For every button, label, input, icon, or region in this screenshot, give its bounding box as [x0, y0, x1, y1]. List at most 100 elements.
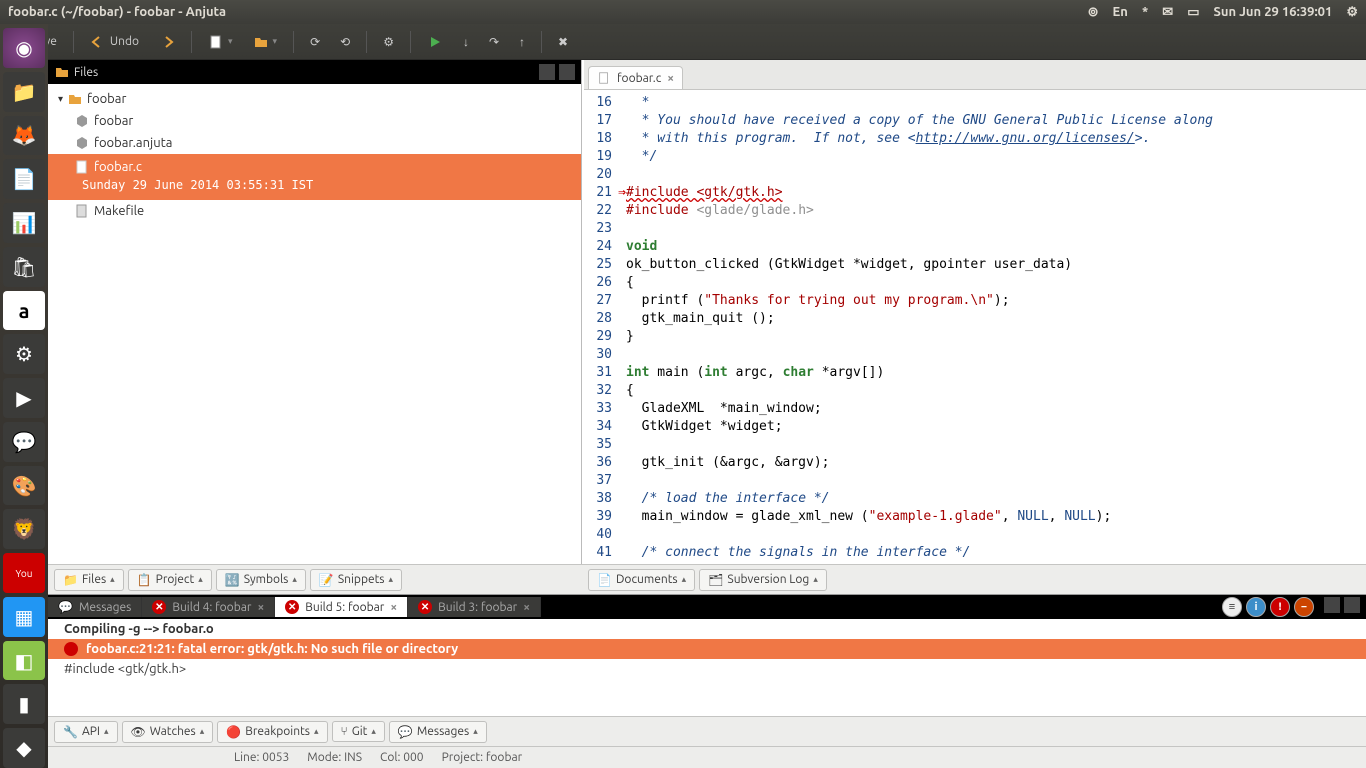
debug-step-in-icon[interactable]: ↓ [457, 31, 475, 53]
launcher-app3[interactable]: 🎨 [3, 466, 45, 506]
editor-body[interactable]: 1617181920212223242526272829303132333435… [582, 90, 1366, 564]
files-pane-title: Files [74, 66, 98, 79]
dock-tab-git[interactable]: ⑂Git▴ [332, 721, 385, 742]
titlebar: foobar.c (~/foobar) - foobar - Anjuta ⊚ … [0, 0, 1366, 24]
clock[interactable]: Sun Jun 29 16:39:01 [1213, 5, 1332, 19]
debug-step-over-icon[interactable]: ↷ [483, 31, 505, 53]
msg-close-icon[interactable] [1344, 597, 1360, 613]
dock-tab-messages[interactable]: 💬Messages▴ [389, 721, 487, 743]
launcher-terminal[interactable]: ▮ [3, 684, 45, 724]
system-tray: ⊚ En * ✉ ▭ Sun Jun 29 16:39:01 ⚙ [1088, 5, 1358, 20]
tree-item[interactable]: foobar [48, 110, 581, 132]
launcher-firefox[interactable]: 🦊 [3, 116, 45, 156]
battery-icon[interactable]: ▭ [1187, 5, 1199, 20]
step-icon2[interactable]: ⟲ [334, 31, 356, 53]
messages-tab[interactable]: ✕Build 5: foobar× [275, 597, 408, 617]
msg-min-icon[interactable] [1324, 597, 1340, 613]
mail-icon[interactable]: ✉ [1162, 5, 1173, 20]
launcher-files[interactable]: 📁 [3, 72, 45, 112]
dock-tab-symbols[interactable]: 🔣Symbols▴ [216, 569, 306, 591]
messages-tab[interactable]: ✕Build 3: foobar× [408, 597, 541, 617]
bottom-dock-tabs: 🔧API▴ 👁Watches▴ 🔴Breakpoints▴ ⑂Git▴ 💬Mes… [48, 716, 1366, 746]
file-tree[interactable]: ▾ foobar foobar foobar.anjuta foobar.c [48, 84, 581, 564]
bluetooth-icon[interactable]: * [1142, 5, 1148, 19]
launcher-anjuta[interactable]: ◆ [3, 728, 45, 768]
launcher-software[interactable]: 🛍 [3, 247, 45, 287]
launcher-app1[interactable]: 📄 [3, 159, 45, 199]
launcher-amazon[interactable]: a [3, 291, 45, 331]
status-col: Col: 000 [380, 751, 424, 764]
main-toolbar: Save Undo ▾ ▾ ⟳ ⟲ ⚙ ↓ ↷ ↑ ✖ [0, 24, 1366, 60]
messages-tab[interactable]: 💬Messages [48, 597, 142, 617]
launcher-dash[interactable]: ◉ [3, 28, 45, 68]
close-tab-icon[interactable]: × [257, 601, 264, 614]
window-title: foobar.c (~/foobar) - foobar - Anjuta [8, 5, 1088, 19]
launcher-settings[interactable]: ⚙ [3, 334, 45, 374]
dock-tab-snippets[interactable]: 📝Snippets▴ [310, 569, 402, 591]
dock-tab-api[interactable]: 🔧API▴ [54, 721, 118, 743]
dock-tab-files[interactable]: 📁Files▴ [54, 569, 124, 591]
dock-tab-documents[interactable]: 📄Documents▴ [588, 569, 695, 591]
msg-info-icon[interactable]: i [1246, 597, 1266, 617]
tree-item[interactable]: foobar.anjuta [48, 132, 581, 154]
close-tab-icon[interactable]: × [523, 601, 530, 614]
error-dot-icon: ✕ [285, 600, 299, 614]
tree-root-label: foobar [87, 92, 126, 106]
gear-icon[interactable]: ⚙ [1346, 5, 1358, 20]
tree-item-date: Sunday 29 June 2014 03:55:31 IST [82, 178, 581, 196]
build-icon[interactable]: ⚙ [377, 31, 400, 53]
launcher-app2[interactable]: 📊 [3, 203, 45, 243]
close-tab-icon[interactable]: × [390, 601, 397, 614]
code-area[interactable]: * * You should have received a copy of t… [618, 90, 1366, 564]
editor-pane: foobar.c × 16171819202122232425262728293… [582, 60, 1366, 564]
minimize-pane-icon[interactable] [539, 64, 555, 80]
dock-tab-watches[interactable]: 👁Watches▴ [122, 721, 214, 743]
launcher-vlc[interactable]: ▶ [3, 378, 45, 418]
wifi-icon[interactable]: ⊚ [1088, 5, 1099, 20]
launcher-app4[interactable]: 🦁 [3, 509, 45, 549]
step-icon[interactable]: ⟳ [304, 31, 326, 53]
msg-filter-icon[interactable]: ≡ [1222, 597, 1242, 617]
unity-launcher: ◉ 📁 🦊 📄 📊 🛍 a ⚙ ▶ 💬 🎨 🦁 You ▦ ◧ ▮ ◆ [0, 24, 48, 768]
launcher-youtube[interactable]: You [3, 553, 45, 593]
editor-tabbar: foobar.c × [584, 60, 1366, 90]
msg-error-line[interactable]: foobar.c:21:21: fatal error: gtk/gtk.h: … [48, 639, 1366, 659]
launcher-pidgin[interactable]: 💬 [3, 422, 45, 462]
undo-button[interactable]: Undo [84, 30, 145, 54]
close-tab-icon[interactable]: × [667, 72, 674, 85]
tree-item[interactable]: Makefile [48, 200, 581, 222]
line-gutter: 1617181920212223242526272829303132333435… [582, 90, 618, 564]
files-pane: Files ▾ foobar foobar foobar.anjuta [48, 60, 582, 564]
left-dock-tabs: 📁Files▴ 📋Project▴ 🔣Symbols▴ 📝Snippets▴ [48, 564, 582, 594]
tree-item-selected[interactable]: foobar.c Sunday 29 June 2014 03:55:31 IS… [48, 154, 581, 200]
messages-tabbar: 💬Messages✕Build 4: foobar×✕Build 5: foob… [48, 595, 1366, 619]
stop-icon[interactable]: ✖ [552, 31, 574, 53]
dock-tab-project[interactable]: 📋Project▴ [128, 569, 212, 591]
status-project: Project: foobar [442, 751, 523, 764]
error-dot-icon [64, 642, 78, 656]
dock-tab-breakpoints[interactable]: 🔴Breakpoints▴ [217, 721, 327, 743]
dock-tab-svn[interactable]: 🗂Subversion Log▴ [699, 569, 827, 591]
status-mode: Mode: INS [307, 751, 362, 764]
messages-tab[interactable]: ✕Build 4: foobar× [142, 597, 275, 617]
debug-step-out-icon[interactable]: ↑ [513, 31, 531, 53]
launcher-app6[interactable]: ◧ [3, 641, 45, 681]
messages-body[interactable]: Compiling -g --> foobar.o foobar.c:21:21… [48, 619, 1366, 716]
msg-include-line: #include <gtk/gtk.h> [48, 659, 1366, 679]
tree-root[interactable]: ▾ foobar [48, 88, 581, 110]
statusbar: Line: 0053 Mode: INS Col: 000 Project: f… [48, 746, 1366, 768]
keyboard-lang[interactable]: En [1113, 5, 1128, 19]
msg-error-icon[interactable]: ! [1270, 597, 1290, 617]
run-button[interactable] [421, 30, 449, 54]
close-pane-icon[interactable] [559, 64, 575, 80]
redo-button[interactable] [153, 30, 181, 54]
status-line: Line: 0053 [234, 751, 289, 764]
msg-stop-icon[interactable]: − [1294, 597, 1314, 617]
open-button[interactable]: ▾ [247, 30, 284, 54]
error-dot-icon: ✕ [418, 600, 432, 614]
msg-compile-line: Compiling -g --> foobar.o [48, 619, 1366, 639]
editor-tab-label: foobar.c [617, 72, 661, 85]
new-file-button[interactable]: ▾ [202, 30, 239, 54]
launcher-app5[interactable]: ▦ [3, 597, 45, 637]
editor-tab[interactable]: foobar.c × [588, 66, 683, 89]
